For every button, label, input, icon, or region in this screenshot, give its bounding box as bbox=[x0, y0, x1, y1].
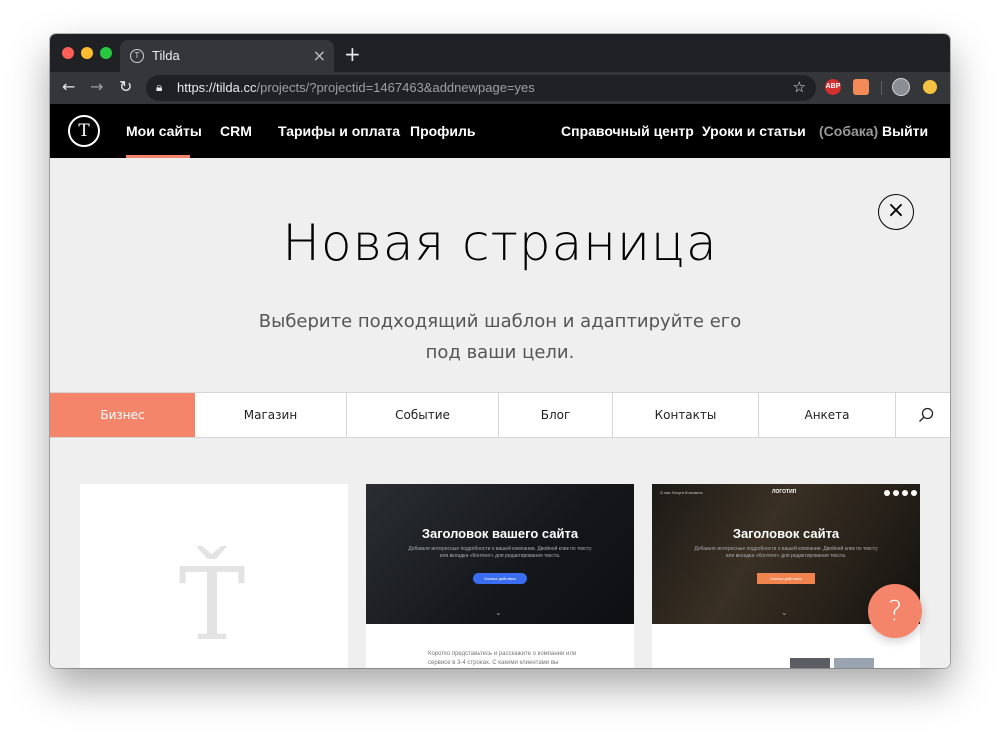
new-page-panel: × Новая страница Выберите подходящий шаб… bbox=[50, 158, 950, 668]
category-search[interactable] bbox=[896, 393, 950, 437]
reload-icon[interactable]: ↻ bbox=[119, 77, 132, 96]
nav-lessons[interactable]: Уроки и статьи bbox=[702, 123, 806, 139]
social-icon bbox=[893, 490, 899, 496]
template-hero-text: Добавьте интересные подробности о вашей … bbox=[408, 546, 592, 559]
star-icon[interactable]: ☆ bbox=[793, 78, 806, 96]
new-tab-icon[interactable]: + bbox=[344, 42, 361, 66]
template-thumbnail bbox=[790, 658, 830, 668]
lock-icon: 🔒︎ bbox=[156, 80, 163, 94]
extension-coin-icon[interactable] bbox=[923, 80, 937, 94]
logout-link[interactable]: Выйти bbox=[882, 123, 928, 139]
help-button[interactable]: ? bbox=[868, 584, 922, 638]
profile-avatar[interactable] bbox=[892, 78, 910, 96]
page-subtitle: Выберите подходящий шаблон и адаптируйте… bbox=[258, 311, 742, 363]
template-card-blank[interactable]: Ť bbox=[80, 484, 348, 668]
nav-help-center[interactable]: Справочный центр bbox=[561, 123, 694, 139]
template-body-text: Коротко представьтесь и расскажите о ком… bbox=[428, 651, 577, 666]
forward-arrow-icon[interactable]: → bbox=[90, 77, 103, 96]
toolbar-divider bbox=[881, 81, 882, 95]
social-icon bbox=[902, 490, 908, 496]
template-hero-text: Добавьте интересные подробности о вашей … bbox=[694, 546, 878, 559]
browser-tab[interactable]: T Tilda × bbox=[120, 40, 334, 72]
nav-my-sites[interactable]: Мои сайты bbox=[126, 123, 202, 139]
extension-icon[interactable] bbox=[853, 79, 869, 95]
nav-tariffs[interactable]: Тарифы и оплата bbox=[278, 123, 400, 139]
search-icon bbox=[919, 407, 934, 422]
browser-window: T Tilda × + ← → ↻ 🔒︎ https://tilda.cc/pr… bbox=[50, 34, 950, 668]
category-survey[interactable]: Анкета bbox=[759, 393, 896, 437]
template-categories: Бизнес Магазин Событие Блог Контакты Анк… bbox=[50, 392, 950, 438]
category-business[interactable]: Бизнес bbox=[50, 393, 195, 437]
social-icon bbox=[884, 490, 890, 496]
category-contacts[interactable]: Контакты bbox=[613, 393, 759, 437]
title-bar: T Tilda × + bbox=[50, 34, 950, 72]
template-card-business-2[interactable]: О нас Услуги Контакты ЛОГОТИП Заголовок … bbox=[652, 484, 920, 668]
template-hero-title: Заголовок сайта bbox=[732, 526, 840, 541]
template-mini-nav: О нас Услуги Контакты bbox=[660, 490, 703, 495]
social-icon bbox=[911, 490, 917, 496]
url-host: https://tilda.cc bbox=[177, 80, 257, 95]
tilda-watermark-icon: Ť bbox=[178, 546, 246, 663]
category-blog[interactable]: Блог bbox=[499, 393, 613, 437]
tilda-favicon-icon: T bbox=[130, 49, 144, 63]
template-cta-button: Кнопка действия bbox=[757, 573, 815, 584]
chevron-down-icon: ⌄ bbox=[781, 608, 788, 617]
tab-title: Tilda bbox=[152, 48, 180, 63]
template-cta-button: Кнопка действия bbox=[473, 573, 527, 584]
maximize-window-button[interactable] bbox=[100, 47, 112, 59]
template-thumbnail bbox=[834, 658, 874, 668]
tilda-logo[interactable]: T bbox=[68, 115, 100, 147]
nav-crm[interactable]: CRM bbox=[220, 123, 252, 139]
browser-toolbar: ← → ↻ 🔒︎ https://tilda.cc/projects/?proj… bbox=[50, 72, 950, 104]
page-title: Новая страница bbox=[282, 214, 718, 272]
template-hero-title: Заголовок вашего сайта bbox=[421, 526, 579, 541]
template-card-business-1[interactable]: Заголовок вашего сайта Добавьте интересн… bbox=[366, 484, 634, 668]
category-shop[interactable]: Магазин bbox=[195, 393, 347, 437]
close-window-button[interactable] bbox=[62, 47, 74, 59]
category-event[interactable]: Событие bbox=[347, 393, 499, 437]
template-hero-image: Заголовок вашего сайта Добавьте интересн… bbox=[366, 484, 634, 624]
adblock-extension-icon[interactable]: ABP bbox=[825, 79, 841, 95]
tilda-header: T Мои сайты CRM Тарифы и оплата Профиль … bbox=[50, 104, 950, 158]
chevron-down-icon: ⌄ bbox=[495, 608, 502, 617]
url-text: https://tilda.cc/projects/?projectid=146… bbox=[177, 80, 535, 95]
address-bar[interactable]: 🔒︎ https://tilda.cc/projects/?projectid=… bbox=[146, 75, 816, 101]
url-path: /projects/?projectid=1467463&addnewpage=… bbox=[256, 80, 535, 95]
template-mini-logo: ЛОГОТИП bbox=[772, 489, 797, 495]
minimize-window-button[interactable] bbox=[81, 47, 93, 59]
tab-close-icon[interactable]: × bbox=[313, 46, 326, 65]
username-label: (Собака) bbox=[819, 123, 879, 139]
back-arrow-icon[interactable]: ← bbox=[62, 77, 75, 96]
nav-profile[interactable]: Профиль bbox=[410, 123, 476, 139]
